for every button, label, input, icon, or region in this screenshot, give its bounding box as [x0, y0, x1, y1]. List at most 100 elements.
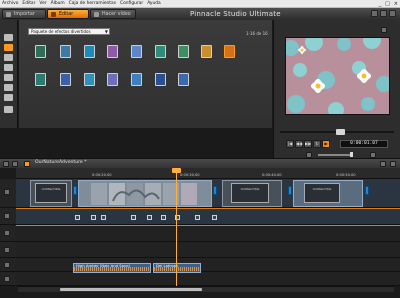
transition-marker[interactable] [73, 186, 77, 195]
loop-button[interactable]: ↻ [313, 140, 321, 148]
fast-forward-button[interactable]: ▶▶ [304, 140, 312, 148]
keyframe-marker[interactable] [195, 215, 200, 220]
transitions-tab-icon[interactable] [4, 44, 13, 51]
timeline-playhead[interactable] [176, 168, 177, 286]
scrubber-handle[interactable] [336, 129, 345, 135]
tab-import[interactable]: Importar [2, 9, 46, 19]
settings-icon[interactable] [380, 10, 387, 17]
video-track-header[interactable] [0, 179, 16, 208]
import-icon [6, 11, 11, 17]
transition-thumbnail[interactable] [84, 45, 95, 58]
video-overlay-track[interactable] [16, 208, 400, 225]
menu-file[interactable]: Archivo [2, 1, 18, 6]
volume-slider-handle[interactable] [350, 152, 353, 157]
title-clip[interactable]: Untitled title [222, 180, 282, 207]
menus-tab-icon[interactable] [4, 74, 13, 81]
original-audio-track-header[interactable] [0, 242, 16, 258]
tab-make-movie-label: Hacer vídeo [102, 11, 131, 17]
sound-effects-tab-icon[interactable] [4, 84, 13, 91]
close-button[interactable]: × [394, 1, 398, 7]
music-track-header[interactable] [0, 272, 16, 286]
keyframe-marker[interactable] [75, 215, 80, 220]
volume-slider[interactable] [318, 154, 352, 156]
transition-thumbnail[interactable] [107, 73, 118, 86]
playhead-handle[interactable] [172, 168, 181, 173]
album-panel [19, 20, 272, 128]
help-icon[interactable] [371, 10, 378, 17]
library-tab-icon[interactable] [4, 106, 13, 113]
audio-clip[interactable]: Del Lotman [153, 263, 201, 273]
photos-tab-icon[interactable] [4, 64, 13, 71]
maximize-button[interactable]: □ [385, 1, 390, 7]
menu-view[interactable]: Ver [39, 1, 46, 6]
camera-icon [4, 189, 10, 195]
video-overlay-track-header[interactable] [0, 208, 16, 225]
tab-edit[interactable]: Editar [47, 9, 89, 19]
speaker-icon[interactable] [12, 161, 18, 167]
original-audio-track[interactable] [16, 242, 400, 258]
transition-thumbnail[interactable] [178, 73, 189, 86]
play-button[interactable]: ▶ [322, 140, 330, 148]
transition-thumbnail[interactable] [155, 73, 166, 86]
music-icon [4, 276, 10, 282]
transition-thumbnail[interactable] [155, 45, 166, 58]
menu-toolbox[interactable]: Caja de herramientas [69, 1, 116, 6]
minimize-button[interactable]: _ [379, 1, 382, 7]
transition-thumbnail[interactable] [35, 73, 46, 86]
timeline-scrollbar-thumb[interactable] [60, 288, 202, 291]
video-clip[interactable]: Untitled title [293, 180, 363, 207]
menu-album[interactable]: Álbum [51, 1, 65, 6]
title-track-header[interactable] [0, 225, 16, 242]
transition-thumbnail[interactable] [201, 45, 212, 58]
timeline-view-icon[interactable] [3, 161, 9, 167]
transition-thumbnail[interactable] [35, 45, 46, 58]
music-track[interactable] [16, 272, 400, 286]
title-clip-label: Untitled title [231, 183, 269, 203]
video-clip[interactable] [78, 180, 212, 207]
title-track[interactable] [16, 225, 400, 242]
menu-help[interactable]: Ayuda [147, 1, 161, 6]
transition-thumbnail[interactable] [107, 45, 118, 58]
keyframe-marker[interactable] [91, 215, 96, 220]
effects-pack-dropdown[interactable]: Paquete de efectos divertidos ▼ [28, 28, 110, 35]
transition-marker[interactable] [213, 186, 217, 195]
transition-thumbnail[interactable] [131, 73, 142, 86]
tab-make-movie[interactable]: Hacer vídeo [90, 9, 136, 19]
app-title: Pinnacle Studio Ultimate [190, 10, 281, 18]
transition-thumbnail-selected[interactable] [224, 45, 235, 58]
video-clip-thumbnails [79, 181, 211, 206]
keyframe-marker[interactable] [131, 215, 136, 220]
timecode-display[interactable]: 0:00:01.07 [340, 140, 388, 148]
audio-waveform [74, 267, 150, 271]
fullscreen-icon[interactable] [381, 27, 387, 33]
window-controls: _ □ × [375, 0, 398, 8]
delete-icon[interactable] [390, 161, 396, 167]
titles-tab-icon[interactable] [4, 54, 13, 61]
keyframe-marker[interactable] [161, 215, 166, 220]
effects-pack-dropdown-value: Paquete de efectos divertidos [31, 29, 91, 34]
transition-marker[interactable] [288, 186, 292, 195]
title-clip[interactable]: Untitled title [30, 180, 72, 207]
music-tab-icon[interactable] [4, 94, 13, 101]
transition-thumbnail[interactable] [178, 45, 189, 58]
rewind-button[interactable]: ◀◀ [295, 140, 303, 148]
info-icon[interactable] [389, 10, 396, 17]
keyframe-marker[interactable] [212, 215, 217, 220]
keyframe-marker[interactable] [147, 215, 152, 220]
project-icon [24, 161, 30, 167]
transition-thumbnail[interactable] [60, 45, 71, 58]
ruler-tick: 0:00:20.00 [92, 173, 112, 177]
keyframe-marker[interactable] [101, 215, 106, 220]
audio-clip[interactable]: High Amber (Natr And Save) [73, 263, 151, 273]
menu-setup[interactable]: Configurar [120, 1, 143, 6]
transition-thumbnail[interactable] [84, 73, 95, 86]
video-tab-icon[interactable] [4, 34, 13, 41]
transition-marker[interactable] [365, 186, 369, 195]
transition-thumbnail[interactable] [60, 73, 71, 86]
menu-edit[interactable]: Editar [22, 1, 35, 6]
sound-effects-track-header[interactable] [0, 258, 16, 272]
transition-thumbnail[interactable] [131, 45, 142, 58]
razor-icon[interactable] [380, 161, 386, 167]
go-to-start-button[interactable]: |◀ [286, 140, 294, 148]
audio-waveform [154, 267, 200, 271]
